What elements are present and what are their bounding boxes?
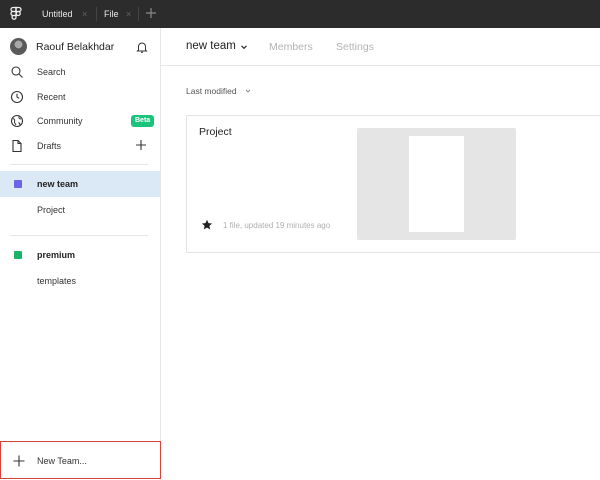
project-label: templates (37, 276, 77, 286)
sidebar-project-templates[interactable]: templates (0, 269, 160, 295)
user-name: Raouf Belakhdar (36, 41, 115, 53)
sidebar-item-label: Search (37, 67, 66, 77)
sidebar-item-label: Recent (37, 92, 66, 102)
search-icon (11, 66, 23, 78)
sidebar-item-drafts[interactable]: Drafts (0, 135, 160, 157)
tab-members[interactable]: Members (269, 41, 313, 53)
user-menu[interactable]: Raouf Belakhdar (0, 36, 160, 58)
chevron-down-icon[interactable] (245, 88, 251, 94)
tab-label: Untitled (42, 9, 73, 19)
sidebar-item-recent[interactable]: Recent (0, 86, 160, 108)
sidebar: Raouf Belakhdar Search Recent Community … (0, 28, 161, 480)
avatar (10, 38, 27, 55)
file-icon (12, 139, 22, 153)
sort-dropdown[interactable]: Last modified (186, 86, 237, 96)
bell-icon[interactable] (135, 40, 149, 54)
close-tab-icon[interactable]: × (126, 0, 131, 28)
project-title: Project (199, 126, 232, 138)
new-team-button[interactable]: New Team... (0, 441, 161, 479)
team-label: new team (37, 179, 79, 189)
sidebar-item-search[interactable]: Search (0, 61, 160, 83)
project-thumbnail (357, 128, 516, 240)
project-label: Project (37, 205, 66, 215)
sidebar-item-label: Community (37, 116, 83, 126)
team-label: premium (37, 250, 76, 260)
beta-badge: Beta (131, 115, 155, 127)
clock-icon (10, 90, 24, 104)
tab-divider (138, 7, 139, 21)
team-title[interactable]: new team (186, 40, 236, 52)
tab-file[interactable]: File (98, 0, 138, 28)
title-bar: Untitled × File × (0, 0, 600, 28)
star-icon[interactable] (201, 219, 213, 231)
project-meta: 1 file, updated 19 minutes ago (223, 221, 331, 230)
tab-divider (96, 7, 97, 21)
sidebar-item-community[interactable]: Community Beta (0, 110, 160, 132)
team-header: new team Members Settings (161, 28, 600, 66)
team-color-swatch (14, 251, 22, 259)
chevron-down-icon[interactable] (240, 43, 248, 51)
divider (10, 164, 148, 165)
figma-logo-icon[interactable] (8, 6, 24, 22)
close-tab-icon[interactable]: × (82, 0, 87, 28)
sidebar-item-label: Drafts (37, 141, 62, 151)
new-team-label: New Team... (37, 456, 87, 466)
new-draft-plus-icon[interactable] (134, 138, 148, 152)
new-tab-plus-icon[interactable] (144, 6, 158, 20)
tab-settings[interactable]: Settings (336, 41, 374, 53)
project-card[interactable]: Project 1 file, updated 19 minutes ago (186, 115, 600, 253)
sidebar-team-premium[interactable]: premium (0, 242, 160, 268)
divider (10, 235, 148, 236)
globe-icon (10, 114, 24, 128)
plus-icon (13, 455, 25, 467)
thumbnail-frame (409, 136, 464, 232)
sidebar-project-project[interactable]: Project (0, 198, 160, 224)
tab-label: File (104, 9, 119, 19)
sidebar-team-new-team[interactable]: new team (0, 171, 160, 197)
main-content: new team Members Settings Last modified … (161, 28, 600, 480)
team-color-swatch (14, 180, 22, 188)
